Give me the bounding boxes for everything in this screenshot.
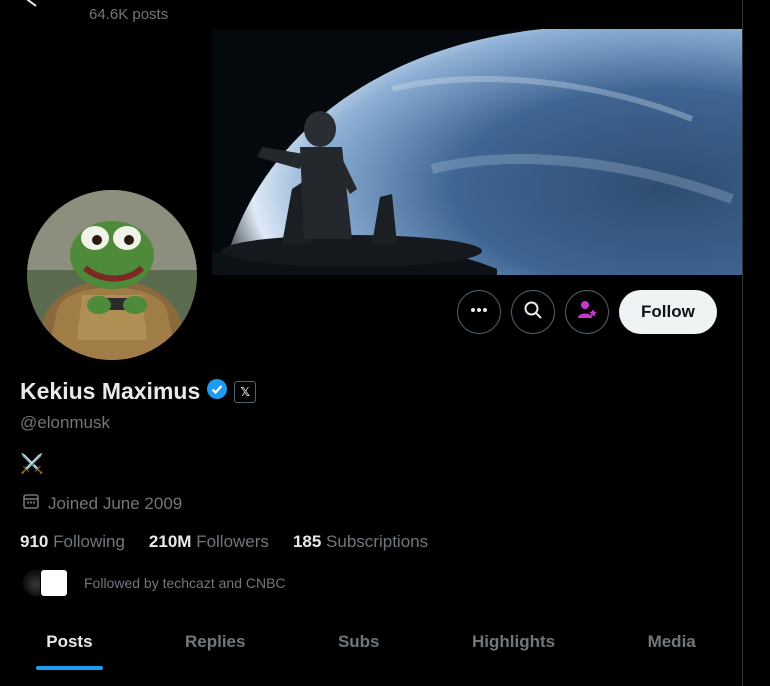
stat-subscriptions[interactable]: 185 Subscriptions: [293, 532, 428, 552]
stat-followers[interactable]: 210M Followers: [149, 532, 269, 552]
stat-value: 910: [20, 532, 49, 551]
more-button[interactable]: [457, 290, 501, 334]
subscribe-icon: [576, 299, 598, 326]
calendar-icon: [22, 492, 40, 515]
posts-count: 64.6K posts: [89, 6, 169, 23]
stat-following[interactable]: 910 Following: [20, 532, 125, 552]
profile-stats: 910 Following 210M Followers 185 Subscri…: [20, 532, 428, 552]
profile-bio: ⚔️: [20, 454, 44, 475]
follow-button[interactable]: Follow: [619, 290, 717, 334]
joined-text: Joined June 2009: [48, 493, 183, 513]
verified-badge-icon[interactable]: [206, 378, 228, 405]
more-icon: [469, 300, 489, 325]
followed-by-avatars: [22, 569, 68, 597]
followed-by[interactable]: Followed by techcazt and CNBC: [22, 569, 286, 597]
tab-posts[interactable]: Posts: [36, 620, 103, 670]
profile-handle: @elonmusk: [20, 413, 111, 432]
display-name: Kekius Maximus: [20, 378, 201, 404]
stat-label: Following: [53, 532, 125, 551]
affiliate-badge-icon[interactable]: 𝕏: [234, 380, 257, 403]
profile-tabs: Posts Replies Subs Highlights Media: [0, 620, 742, 670]
tab-highlights[interactable]: Highlights: [472, 620, 555, 670]
profile-actions: Follow: [457, 290, 717, 334]
stat-value: 210M: [148, 532, 192, 551]
tab-media[interactable]: Media: [648, 620, 696, 670]
avatar-cnbc: [40, 569, 68, 597]
profile-column: 64.6K posts Follow Kekius Maximus 𝕏 @elo…: [0, 0, 743, 686]
stat-label: Subscriptions: [326, 532, 429, 551]
tab-subs[interactable]: Subs: [338, 620, 380, 670]
avatar[interactable]: [23, 186, 201, 364]
joined-date: Joined June 2009: [22, 492, 182, 515]
search-button[interactable]: [511, 290, 555, 334]
stat-value: 185: [292, 532, 322, 551]
subscribe-button[interactable]: [565, 290, 609, 334]
search-icon: [523, 300, 543, 325]
back-arrow-icon[interactable]: [22, 0, 42, 10]
followed-by-text: Followed by techcazt and CNBC: [84, 575, 286, 591]
tab-replies[interactable]: Replies: [185, 620, 245, 670]
profile-name-row: Kekius Maximus 𝕏: [20, 378, 257, 405]
profile-banner[interactable]: [212, 29, 742, 275]
stat-label: Followers: [196, 532, 269, 551]
